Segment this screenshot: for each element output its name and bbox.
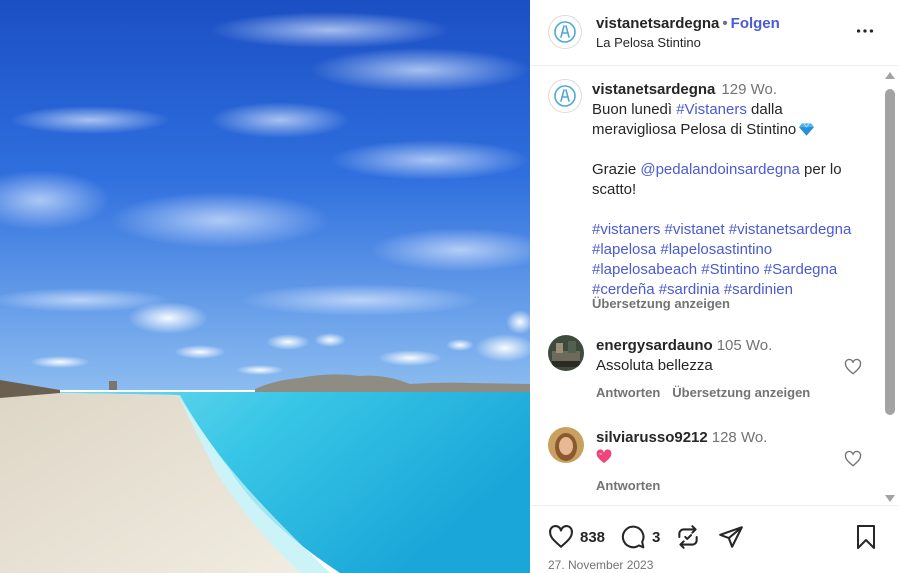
account-avatar[interactable]	[548, 15, 582, 49]
repost-icon	[678, 525, 698, 549]
comment-bubble-icon	[621, 525, 645, 549]
comment-time[interactable]: 128 Wo.	[712, 429, 768, 446]
comment-button[interactable]: 3	[620, 524, 660, 550]
caption-line1-post: dalla	[746, 101, 783, 118]
post-header: vistanetsardegna • Folgen La Pelosa Stinti…	[530, 0, 898, 66]
reply-button[interactable]: Antworten	[596, 385, 660, 400]
comment-time[interactable]: 105 Wo.	[717, 337, 773, 354]
vistanet-logo-icon	[554, 21, 576, 43]
comment-item: silviarusso9212 128 Wo. Antworten	[530, 425, 882, 505]
caption-username[interactable]: vistanetsardegna	[592, 81, 715, 98]
pink-heart-emoji-icon	[596, 449, 612, 464]
scroll-up-arrow-icon[interactable]	[885, 71, 895, 79]
comments-list[interactable]: vistanetsardegna 129 Wo. Buon lunedì #Vis…	[530, 67, 882, 505]
like-comment-heart-icon[interactable]	[844, 358, 862, 376]
comment-username[interactable]: silviarusso9212	[596, 429, 708, 446]
post-actions-bar: 838 3 27. November 2023	[530, 505, 898, 573]
heart-icon	[549, 525, 573, 548]
comment-text	[596, 449, 612, 468]
caption-time[interactable]: 129 Wo.	[721, 81, 777, 98]
send-paper-plane-icon	[719, 526, 743, 548]
commenter-avatar[interactable]	[548, 335, 584, 371]
caption-line4-post: per lo	[799, 161, 842, 178]
commenter-avatar[interactable]	[548, 427, 584, 463]
beach-photo-image	[0, 0, 530, 573]
caption-line1-pre: Buon lunedì	[592, 101, 677, 118]
caption-line4-pre: Grazie	[592, 161, 641, 178]
more-horizontal-icon[interactable]	[854, 20, 876, 42]
caption-avatar[interactable]	[548, 79, 582, 113]
scrollbar-thumb[interactable]	[885, 89, 895, 415]
reply-button[interactable]: Antworten	[596, 478, 660, 493]
bookmark-icon	[857, 525, 875, 549]
location-link[interactable]: La Pelosa Stintino	[596, 35, 701, 50]
post-side-panel: vistanetsardegna • Folgen La Pelosa Stinti…	[530, 0, 900, 573]
comment-username[interactable]: energysardauno	[596, 337, 713, 354]
follow-button[interactable]: Folgen	[731, 15, 780, 32]
gem-emoji-icon	[799, 123, 815, 136]
post-date[interactable]: 27. November 2023	[548, 558, 653, 572]
hashtags-line[interactable]: #lapelosabeach #Stintino #Sardegna	[592, 260, 872, 280]
caption-line2: meravigliosa Pelosa di Stintino	[592, 121, 797, 138]
hashtag-link[interactable]: #Vistaners	[676, 101, 747, 118]
mention-link[interactable]: @pedalandoinsardegna	[640, 161, 800, 178]
comment-translate-button[interactable]: Übersetzung anzeigen	[672, 385, 810, 400]
comments-scrollbar[interactable]	[882, 67, 898, 505]
comments-count[interactable]: 3	[652, 529, 660, 546]
caption-line5: scatto!	[592, 181, 637, 198]
comment-item: energysardauno 105 Wo. Assoluta bellezza …	[530, 333, 882, 413]
hashtags-line[interactable]: #vistaners #vistanet #vistanetsardegna	[592, 220, 872, 240]
save-button[interactable]	[854, 524, 878, 550]
share-button[interactable]	[718, 524, 744, 550]
repost-button[interactable]	[675, 524, 701, 550]
avatar-photo-icon	[548, 427, 584, 463]
likes-count[interactable]: 838	[580, 529, 605, 546]
hashtags-line[interactable]: #lapelosa #lapelosastintino	[592, 240, 872, 260]
comment-text: Assoluta bellezza	[596, 357, 713, 374]
caption-translate-button[interactable]: Übersetzung anzeigen	[592, 296, 730, 311]
avatar-photo-icon	[548, 335, 584, 371]
like-button[interactable]: 838	[548, 524, 605, 550]
like-comment-heart-icon[interactable]	[844, 450, 862, 468]
header-username[interactable]: vistanetsardegna	[596, 15, 719, 32]
caption-text: Buon lunedì #Vistaners dalla meraviglios…	[592, 100, 872, 300]
scroll-down-arrow-icon[interactable]	[885, 495, 895, 503]
header-separator: •	[722, 15, 728, 32]
vistanet-logo-icon	[554, 85, 576, 107]
post-photo[interactable]	[0, 0, 530, 573]
